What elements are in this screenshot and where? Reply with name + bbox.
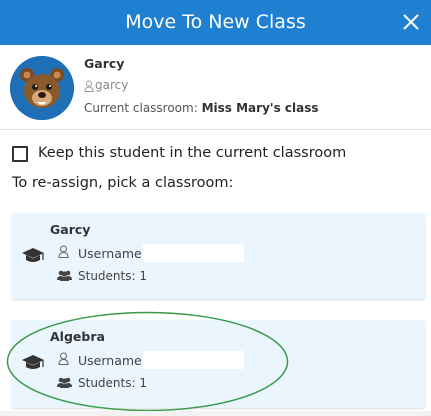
dialog-title: Move To New Class bbox=[125, 11, 306, 33]
user-icon bbox=[58, 352, 69, 365]
class-card-garcy[interactable]: Garcy Username: Students: 1 bbox=[12, 213, 425, 299]
user-icon bbox=[84, 80, 94, 92]
close-icon bbox=[403, 14, 419, 30]
reassign-instructions: To re-assign, pick a classroom: bbox=[12, 175, 234, 191]
class-title: Garcy bbox=[50, 222, 91, 237]
username-label: Username: bbox=[78, 353, 146, 368]
dialog-header: Move To New Class bbox=[0, 0, 431, 45]
current-classroom: Current classroom: Miss Mary's class bbox=[84, 101, 319, 115]
avatar bbox=[10, 56, 74, 120]
keep-checkbox-label[interactable]: Keep this student in the current classro… bbox=[38, 145, 346, 161]
current-classroom-label: Current classroom: bbox=[84, 101, 198, 115]
student-info: Garcy garcy Current classroom: Miss Mary… bbox=[0, 45, 431, 130]
class-title: Algebra bbox=[50, 329, 105, 344]
user-icon bbox=[58, 245, 69, 258]
students-icon bbox=[57, 377, 72, 388]
keep-checkbox[interactable] bbox=[12, 146, 28, 162]
bear-avatar-icon bbox=[10, 56, 74, 120]
graduation-cap-icon bbox=[22, 355, 44, 369]
close-button[interactable] bbox=[399, 10, 423, 34]
students-count: Students: 1 bbox=[78, 269, 147, 283]
student-username: garcy bbox=[95, 78, 129, 92]
dialog-bottom-edge bbox=[0, 411, 431, 416]
username-label: Username: bbox=[78, 246, 146, 261]
move-to-new-class-dialog: Move To New Class Garcy garcy Current cl… bbox=[0, 0, 431, 416]
current-classroom-name: Miss Mary's class bbox=[201, 101, 319, 115]
graduation-cap-icon bbox=[22, 248, 44, 262]
student-name: Garcy bbox=[84, 56, 125, 71]
students-icon bbox=[57, 270, 72, 281]
class-card-algebra[interactable]: Algebra Username: Students: 1 bbox=[12, 320, 425, 408]
class-username-value bbox=[143, 244, 244, 262]
class-username-value bbox=[143, 351, 244, 369]
students-count: Students: 1 bbox=[78, 376, 147, 390]
